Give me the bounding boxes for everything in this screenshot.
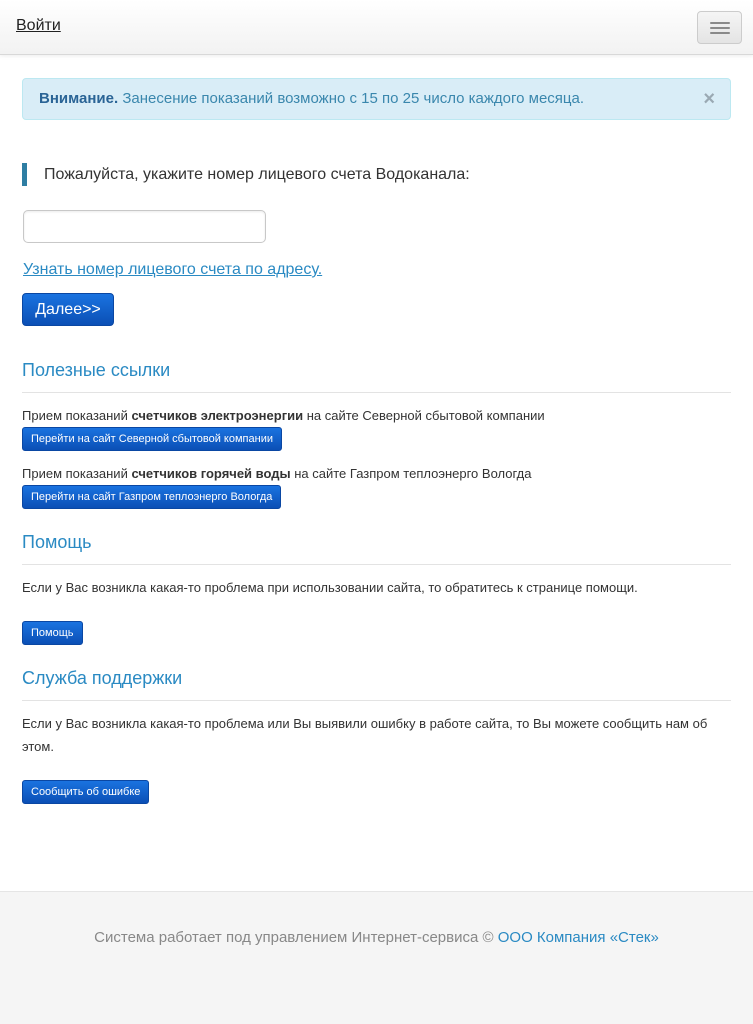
electricity-text: Прием показаний счетчиков электроэнергии… bbox=[22, 404, 545, 427]
menu-toggle-button[interactable] bbox=[697, 11, 742, 44]
electricity-text-strong: счетчиков электроэнергии bbox=[131, 408, 304, 423]
hot-water-text: Прием показаний счетчиков горячей воды н… bbox=[22, 462, 531, 485]
electricity-text-prefix: Прием показаний bbox=[22, 408, 132, 423]
support-text-line2: этом. bbox=[22, 739, 54, 754]
footer-text: Система работает под управлением Интерне… bbox=[94, 929, 498, 946]
help-button[interactable]: Помощь bbox=[22, 621, 83, 645]
footer: Система работает под управлением Интерне… bbox=[0, 891, 753, 1024]
hamburger-icon-bar bbox=[710, 32, 730, 34]
company-link[interactable]: ООО Компания «Стек» bbox=[498, 929, 659, 946]
lookup-account-link[interactable]: Узнать номер лицевого счета по адресу. bbox=[23, 261, 322, 279]
next-button[interactable]: Далее>> bbox=[22, 293, 114, 326]
divider bbox=[22, 700, 731, 701]
alert-strong: Внимание. bbox=[39, 90, 119, 107]
divider bbox=[22, 564, 731, 565]
support-title: Служба поддержки bbox=[22, 668, 183, 688]
login-link[interactable]: Войти bbox=[16, 17, 61, 35]
hamburger-icon-bar bbox=[710, 22, 730, 24]
report-error-button[interactable]: Сообщить об ошибке bbox=[22, 780, 150, 804]
divider bbox=[22, 392, 731, 393]
info-alert: Внимание. Занесение показаний возможно с… bbox=[22, 78, 731, 120]
hamburger-icon-bar bbox=[710, 27, 730, 29]
hot-water-text-strong: счетчиков горячей воды bbox=[131, 466, 291, 481]
help-title: Помощь bbox=[22, 532, 92, 552]
support-text-line1: Если у Вас возникла какая-то проблема ил… bbox=[22, 716, 708, 731]
account-number-input[interactable] bbox=[23, 210, 266, 243]
useful-links-title: Полезные ссылки bbox=[22, 360, 171, 380]
northern-sales-company-button[interactable]: Перейти на сайт Северной сбытовой компан… bbox=[22, 427, 282, 451]
alert-text: Занесение показаний возможно с 15 по 25 … bbox=[122, 90, 585, 107]
close-icon[interactable]: × bbox=[703, 79, 715, 119]
electricity-text-suffix: на сайте Северной сбытовой компании bbox=[303, 408, 545, 423]
account-prompt: Пожалуйста, укажите номер лицевого счета… bbox=[22, 163, 470, 186]
gazprom-button[interactable]: Перейти на сайт Газпром теплоэнерго Воло… bbox=[22, 485, 282, 509]
hot-water-text-prefix: Прием показаний bbox=[22, 466, 132, 481]
hot-water-text-suffix: на сайте Газпром теплоэнерго Вологда bbox=[290, 466, 532, 481]
navbar: Войти bbox=[0, 0, 753, 55]
help-text: Если у Вас возникла какая-то проблема пр… bbox=[22, 580, 638, 595]
